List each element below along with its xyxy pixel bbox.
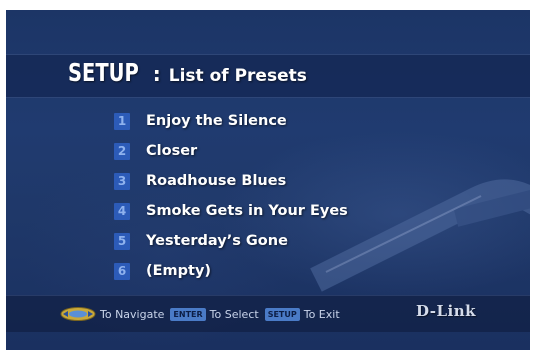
title-subtitle: List of Presets xyxy=(168,66,307,86)
preset-list: 1 Enjoy the Silence 2 Closer 3 Roadhouse… xyxy=(114,106,348,286)
preset-name: Closer xyxy=(146,143,198,159)
title-separator: : xyxy=(152,62,161,86)
preset-item-3[interactable]: 3 Roadhouse Blues xyxy=(114,166,348,196)
footer-help: To Navigate ENTER To Select SETUP To Exi… xyxy=(60,306,346,322)
preset-item-5[interactable]: 5 Yesterday’s Gone xyxy=(114,226,348,256)
setup-screen: SETUP : List of Presets 1 Enjoy the Sile… xyxy=(6,10,530,350)
title-main: SETUP xyxy=(68,58,139,87)
preset-number-badge: 6 xyxy=(114,262,130,280)
preset-item-2[interactable]: 2 Closer xyxy=(114,136,348,166)
header-band: SETUP : List of Presets xyxy=(6,54,530,98)
preset-number-badge: 4 xyxy=(114,202,130,220)
exit-label: To Exit xyxy=(303,307,340,321)
preset-number-badge: 3 xyxy=(114,172,130,190)
nav-arrows-icon xyxy=(60,307,96,321)
preset-name: Yesterday’s Gone xyxy=(146,233,288,249)
preset-name: (Empty) xyxy=(146,263,212,279)
preset-item-6[interactable]: 6 (Empty) xyxy=(114,256,348,286)
select-label: To Select xyxy=(209,307,259,321)
preset-name: Enjoy the Silence xyxy=(146,113,287,129)
preset-item-4[interactable]: 4 Smoke Gets in Your Eyes xyxy=(114,196,348,226)
setup-key-badge: SETUP xyxy=(264,307,300,321)
navigate-label: To Navigate xyxy=(100,307,165,321)
enter-key-badge: ENTER xyxy=(170,307,206,321)
preset-item-1[interactable]: 1 Enjoy the Silence xyxy=(114,106,348,136)
preset-name: Roadhouse Blues xyxy=(146,173,287,189)
dlink-logo: D-Link xyxy=(416,302,477,320)
preset-name: Smoke Gets in Your Eyes xyxy=(146,203,348,219)
preset-number-badge: 2 xyxy=(114,142,130,160)
preset-number-badge: 5 xyxy=(114,232,130,250)
preset-number-badge: 1 xyxy=(114,112,130,130)
page-title: SETUP : List of Presets xyxy=(68,58,307,94)
